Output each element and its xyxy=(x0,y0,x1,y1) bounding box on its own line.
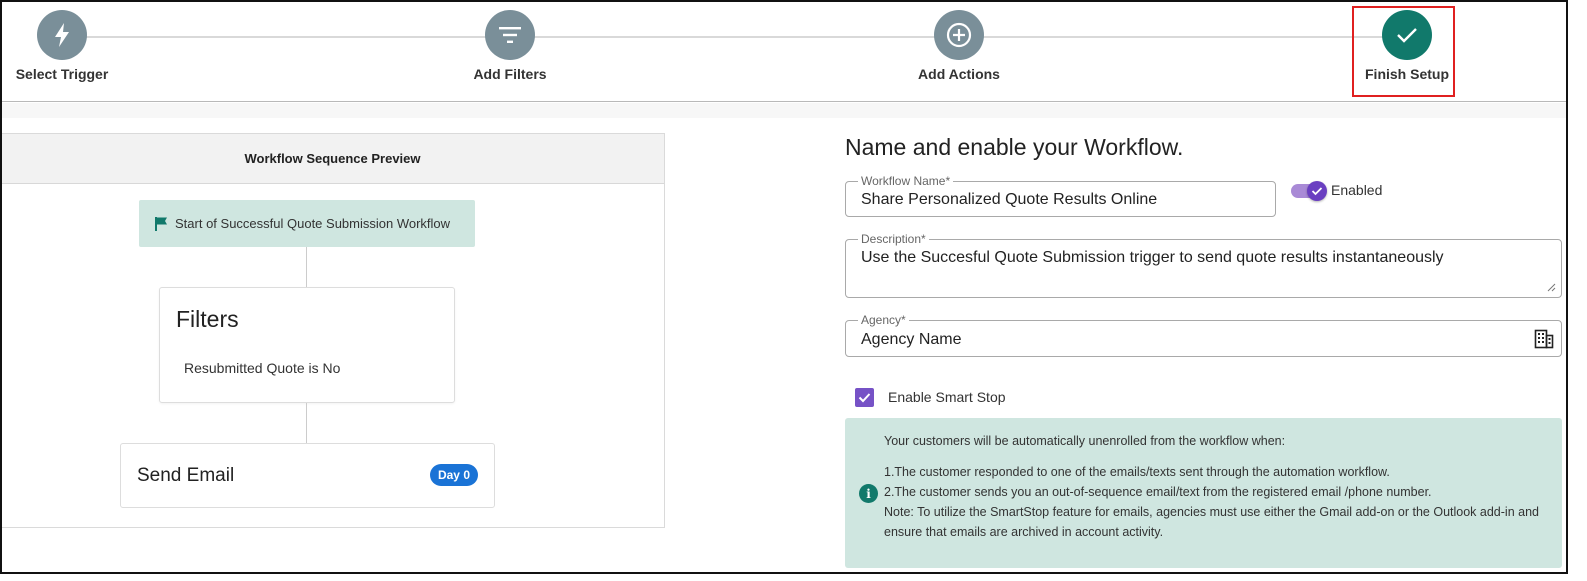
connector-line xyxy=(306,247,307,287)
smart-stop-info-box: i Your customers will be automatically u… xyxy=(845,418,1562,568)
step-label: Add Actions xyxy=(918,66,1000,82)
active-step-highlight xyxy=(1352,6,1455,97)
day-badge: Day 0 xyxy=(429,464,478,486)
filter-condition: Resubmitted Quote is No xyxy=(184,360,341,376)
step-label: Select Trigger xyxy=(15,66,109,82)
info-icon: i xyxy=(859,484,878,503)
agency-value[interactable]: Agency Name xyxy=(861,331,962,349)
description-label: Description* xyxy=(858,231,929,247)
agency-label: Agency* xyxy=(858,312,909,328)
workflow-setup-page: Select Trigger Add Filters Add Actions F… xyxy=(0,0,1568,574)
smart-stop-checkbox[interactable] xyxy=(855,388,874,407)
workflow-sequence-preview: Workflow Sequence Preview Start of Succe… xyxy=(2,133,665,528)
filters-title: Filters xyxy=(176,306,239,332)
description-field[interactable]: Description* Use the Succesful Quote Sub… xyxy=(845,231,1562,298)
divider-strip xyxy=(2,103,1566,118)
workflow-name-value[interactable]: Share Personalized Quote Results Online xyxy=(861,191,1157,209)
agency-field[interactable]: Agency* Agency Name xyxy=(845,312,1562,357)
flag-icon xyxy=(155,216,167,231)
stepper-line xyxy=(52,36,1398,38)
stepper: Select Trigger Add Filters Add Actions F… xyxy=(2,2,1566,102)
start-node: Start of Successful Quote Submission Wor… xyxy=(139,200,475,247)
send-email-title: Send Email xyxy=(137,465,235,486)
info-intro: Your customers will be automatically une… xyxy=(884,434,1286,448)
enabled-label: Enabled xyxy=(1331,182,1383,198)
check-icon xyxy=(1307,181,1327,201)
info-point-2: 2.The customer sends you an out-of-seque… xyxy=(884,485,1432,499)
workflow-name-label: Workflow Name* xyxy=(858,173,954,189)
step-add-actions[interactable]: Add Actions xyxy=(899,10,1019,82)
send-email-card[interactable]: Send Email Day 0 xyxy=(120,443,495,508)
smart-stop-label: Enable Smart Stop xyxy=(888,389,1006,405)
filter-icon xyxy=(485,10,535,60)
filters-card[interactable]: Filters Resubmitted Quote is No xyxy=(159,287,455,403)
plus-circle-icon xyxy=(934,10,984,60)
form-title: Name and enable your Workflow. xyxy=(845,134,1184,160)
step-label: Add Filters xyxy=(473,66,547,82)
info-point-1: 1.The customer responded to one of the e… xyxy=(884,465,1390,479)
lightning-icon xyxy=(37,10,87,60)
description-value[interactable]: Use the Succesful Quote Submission trigg… xyxy=(861,249,1444,267)
workflow-name-field[interactable]: Workflow Name* Share Personalized Quote … xyxy=(845,173,1276,217)
building-icon[interactable] xyxy=(1534,329,1554,349)
step-select-trigger[interactable]: Select Trigger xyxy=(2,10,122,82)
start-node-label: Start of Successful Quote Submission Wor… xyxy=(175,216,451,231)
info-text: Your customers will be automatically une… xyxy=(884,431,1554,542)
preview-header: Workflow Sequence Preview xyxy=(2,134,664,184)
connector-line xyxy=(306,403,307,443)
resize-handle-icon[interactable] xyxy=(1547,283,1556,292)
step-add-filters[interactable]: Add Filters xyxy=(450,10,570,82)
enabled-toggle[interactable] xyxy=(1291,181,1329,201)
info-note: Note: To utilize the SmartStop feature f… xyxy=(884,505,1539,539)
